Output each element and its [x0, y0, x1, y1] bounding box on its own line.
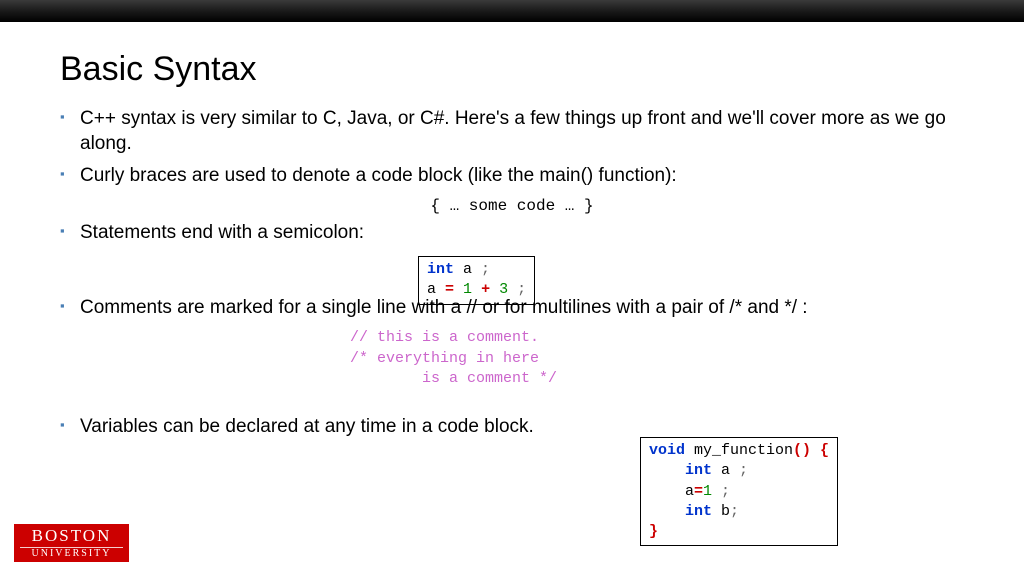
- bullet-item: Curly braces are used to denote a code b…: [60, 164, 964, 189]
- code-box-function: void my_function() { int a ; a=1 ; int b…: [640, 437, 838, 546]
- code-box-statements: int a ; a = 1 + 3 ;: [418, 256, 535, 305]
- slide-title: Basic Syntax: [60, 50, 964, 89]
- code-inline-braces: { … some code … }: [60, 197, 964, 215]
- logo-text-top: BOSTON: [14, 527, 129, 545]
- boston-university-logo: BOSTON UNIVERSITY: [14, 524, 129, 562]
- slide-content: Basic Syntax C++ syntax is very similar …: [0, 22, 1024, 440]
- bullet-list: Statements end with a semicolon:: [60, 221, 964, 246]
- top-bar: [0, 0, 1024, 22]
- bullet-list: C++ syntax is very similar to C, Java, o…: [60, 107, 964, 189]
- code-comments: // this is a comment. /* everything in h…: [350, 328, 964, 389]
- bullet-item: Statements end with a semicolon:: [60, 221, 964, 246]
- bullet-item: C++ syntax is very similar to C, Java, o…: [60, 107, 964, 156]
- logo-text-bottom: UNIVERSITY: [20, 547, 123, 560]
